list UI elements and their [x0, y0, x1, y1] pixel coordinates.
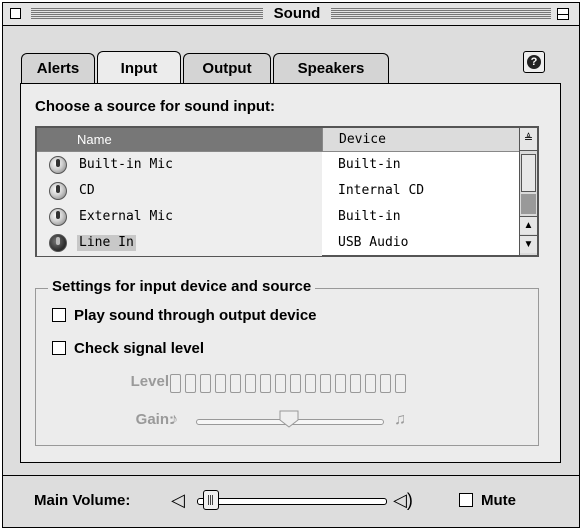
play-through-option[interactable]: Play sound through output device	[52, 307, 317, 327]
speaker-low-icon: ◁	[171, 490, 185, 510]
check-level-option[interactable]: Check signal level	[52, 340, 204, 360]
main-volume-slider[interactable]: ◁ ◁)	[167, 488, 423, 514]
help-icon: ?	[527, 55, 541, 69]
play-through-label: Play sound through output device	[74, 307, 317, 324]
scroll-down-arrow-icon[interactable]: ▼	[520, 235, 537, 253]
level-label: Level:	[130, 373, 174, 390]
tab-speakers[interactable]: Speakers	[273, 53, 389, 83]
microphone-icon	[49, 208, 67, 226]
gain-knob	[279, 410, 299, 428]
scroll-thumb[interactable]	[521, 154, 536, 192]
help-button[interactable]: ?	[523, 51, 545, 73]
level-segment	[305, 374, 316, 393]
source-name: CD	[79, 183, 95, 198]
level-segment	[290, 374, 301, 393]
source-device: Built-in	[338, 209, 401, 224]
zoom-box-icon[interactable]	[557, 8, 569, 20]
microphone-icon	[49, 156, 67, 174]
bottom-bar: Main Volume: ◁ ◁) Mute	[3, 475, 579, 527]
level-segment	[395, 374, 406, 393]
tab-input[interactable]: Input	[97, 51, 181, 83]
list-header: Name Device	[37, 128, 519, 152]
line-in-icon	[49, 234, 67, 252]
gain-slider: ♪ ♫	[166, 407, 416, 433]
close-box-icon[interactable]	[10, 8, 21, 19]
mute-option[interactable]: Mute	[459, 492, 516, 509]
gain-high-icon: ♫	[394, 411, 406, 428]
level-segment	[365, 374, 376, 393]
level-segment	[320, 374, 331, 393]
list-row[interactable]: External Mic Built-in	[37, 204, 519, 230]
column-header-name[interactable]: Name	[37, 128, 322, 151]
window-title: Sound	[265, 5, 329, 23]
level-segment	[335, 374, 346, 393]
list-row[interactable]: Built-in Mic Built-in	[37, 152, 519, 178]
source-name: Built-in Mic	[79, 157, 173, 172]
list-row[interactable]: CD Internal CD	[37, 178, 519, 204]
level-segment	[260, 374, 271, 393]
speaker-high-icon: ◁)	[393, 490, 413, 510]
level-segment	[230, 374, 241, 393]
input-heading: Choose a source for sound input:	[35, 98, 276, 115]
level-segment	[245, 374, 256, 393]
scroll-up-arrow-icon[interactable]: ▲	[520, 216, 537, 234]
check-level-label: Check signal level	[74, 340, 205, 357]
play-through-checkbox[interactable]	[52, 308, 66, 322]
title-stripes	[331, 8, 551, 20]
input-source-list[interactable]: Name Device Built-in Mic Built-in CD Int…	[35, 126, 539, 257]
scroll-top-icon[interactable]: ≜	[520, 128, 537, 151]
mute-checkbox[interactable]	[459, 493, 473, 507]
check-level-checkbox[interactable]	[52, 341, 66, 355]
level-segment	[380, 374, 391, 393]
level-segment	[185, 374, 196, 393]
source-name: Line In	[77, 235, 136, 251]
level-segment	[215, 374, 226, 393]
list-row-selected[interactable]: Line In USB Audio	[37, 230, 519, 256]
input-panel: Choose a source for sound input: Name De…	[20, 83, 561, 463]
volume-knob[interactable]	[202, 490, 219, 510]
tab-output[interactable]: Output	[183, 53, 271, 83]
scroll-track[interactable]	[521, 194, 536, 214]
level-segment	[275, 374, 286, 393]
title-bar[interactable]: Sound	[3, 3, 579, 26]
level-segment	[200, 374, 211, 393]
settings-group: Settings for input device and source Pla…	[35, 278, 539, 446]
cd-icon	[49, 182, 67, 200]
level-segment	[170, 374, 181, 393]
gain-low-icon: ♪	[170, 411, 178, 428]
vertical-scrollbar[interactable]: ≜ ▲ ▼	[519, 128, 537, 255]
column-header-device[interactable]: Device	[322, 128, 519, 151]
sound-window: Sound Alerts Input Output Speakers ? Cho…	[2, 2, 580, 528]
main-volume-label: Main Volume:	[34, 492, 131, 509]
source-device: Internal CD	[338, 183, 425, 198]
source-name: External Mic	[79, 209, 173, 224]
volume-track[interactable]	[197, 498, 387, 505]
mute-label: Mute	[481, 492, 516, 509]
settings-title: Settings for input device and source	[48, 278, 316, 295]
level-segment	[350, 374, 361, 393]
source-device: Built-in	[338, 157, 401, 172]
title-stripes	[31, 8, 263, 20]
tab-alerts[interactable]: Alerts	[21, 53, 95, 83]
source-device: USB Audio	[338, 235, 409, 250]
